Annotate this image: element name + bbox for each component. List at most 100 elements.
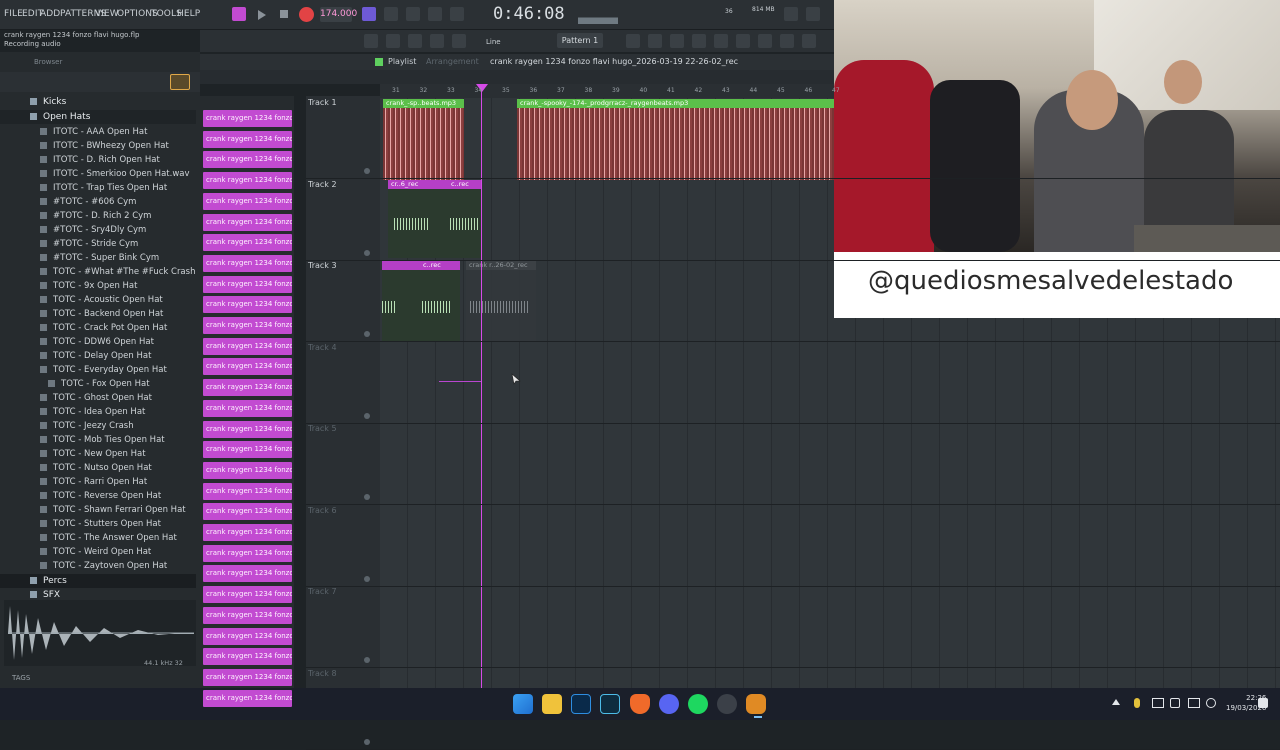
- browser-folder[interactable]: Kicks: [0, 95, 196, 109]
- browser-item[interactable]: #TOTC - #606 Cym: [0, 195, 196, 209]
- pattern-song-toggle[interactable]: [232, 7, 246, 21]
- brave-icon[interactable]: [630, 694, 650, 714]
- browser-item[interactable]: TOTC - Fox Open Hat: [0, 377, 196, 391]
- obs-icon[interactable]: [717, 694, 737, 714]
- browser-item[interactable]: ITOTC - Smerkioo Open Hat.wav: [0, 167, 196, 181]
- volume-icon[interactable]: [1170, 698, 1180, 708]
- track-name[interactable]: Track 1: [308, 98, 337, 107]
- channel-button[interactable]: crank raygen 1234 fonzo...: [203, 130, 292, 148]
- refresh-icon[interactable]: [784, 7, 798, 21]
- track-mute-led[interactable]: [364, 249, 370, 256]
- piano-roll-icon[interactable]: [386, 34, 400, 48]
- browser-item[interactable]: #TOTC - Super Bink Cym: [0, 251, 196, 265]
- channel-button[interactable]: crank raygen 1234 fonzo...: [203, 213, 292, 231]
- track-mute-led[interactable]: [364, 738, 370, 745]
- channel-button[interactable]: crank raygen 1234 fonzo...: [203, 461, 292, 479]
- browser-item[interactable]: TOTC - Weird Open Hat: [0, 545, 196, 559]
- browser-mode-button[interactable]: [170, 74, 190, 90]
- browser-item[interactable]: TOTC - Nutso Open Hat: [0, 461, 196, 475]
- channel-button[interactable]: crank raygen 1234 fonzo...: [203, 524, 292, 541]
- browser-toggle-icon[interactable]: [692, 34, 706, 48]
- magic-icon[interactable]: [802, 34, 816, 48]
- channel-button[interactable]: crank raygen 1234 fonzo...: [203, 648, 292, 666]
- piano-roll-open-icon[interactable]: [670, 34, 684, 48]
- discord-icon[interactable]: [659, 694, 679, 714]
- file-icon[interactable]: [34, 75, 48, 89]
- browser-item[interactable]: ITOTC - Trap Ties Open Hat: [0, 181, 196, 195]
- track-mute-led[interactable]: [364, 168, 370, 174]
- channel-button[interactable]: crank raygen 1234 fonzo...: [203, 317, 292, 334]
- tray-chevron-icon[interactable]: [1112, 699, 1120, 705]
- browser-folder[interactable]: Percs: [0, 574, 196, 588]
- cloud-icon[interactable]: [118, 75, 132, 89]
- channel-button[interactable]: crank raygen 1234 fonzo...: [203, 358, 292, 376]
- channel-button[interactable]: crank raygen 1234 fonzo...: [203, 503, 292, 521]
- channel-button[interactable]: crank raygen 1234 fonzo...: [203, 441, 292, 459]
- loop-record-icon[interactable]: [450, 7, 464, 21]
- browser-item[interactable]: ITOTC - AAA Open Hat: [0, 125, 196, 139]
- browser-folder[interactable]: Open Hats: [0, 110, 196, 124]
- lightroom-icon[interactable]: [600, 694, 620, 714]
- browser-item[interactable]: TOTC - Crack Pot Open Hat: [0, 321, 196, 335]
- track-name[interactable]: Track 7: [308, 587, 337, 596]
- metronome-icon[interactable]: [362, 7, 376, 21]
- menu-item-file[interactable]: FILE: [4, 9, 23, 19]
- browser-item[interactable]: TOTC - Everyday Open Hat: [0, 363, 196, 377]
- menu-item-view[interactable]: VIEW: [95, 9, 119, 19]
- channel-button[interactable]: crank raygen 1234 fonzo...: [203, 254, 292, 272]
- play-icon[interactable]: [258, 10, 266, 20]
- playlist-icon[interactable]: [364, 34, 378, 48]
- track-name[interactable]: Track 6: [308, 506, 337, 515]
- spotify-icon[interactable]: [688, 694, 708, 714]
- close-icon[interactable]: [806, 7, 820, 21]
- browser-item[interactable]: TOTC - Delay Open Hat: [0, 349, 196, 363]
- microphone-icon[interactable]: [1134, 698, 1140, 708]
- stamp-icon[interactable]: [452, 34, 466, 48]
- channel-button[interactable]: crank raygen 1234 fonzo...: [203, 586, 292, 604]
- channel-button[interactable]: crank raygen 1234 fonzo...: [203, 668, 292, 686]
- channel-button[interactable]: crank raygen 1234 fonzo...: [203, 606, 292, 624]
- menu-item-help[interactable]: HELP: [177, 9, 200, 19]
- channel-button[interactable]: crank raygen 1234 fonzo...: [203, 379, 292, 397]
- track-name[interactable]: Track 5: [308, 424, 337, 433]
- start-icon[interactable]: [513, 694, 533, 714]
- record-button[interactable]: [299, 7, 314, 22]
- record-mode-icon[interactable]: [780, 34, 794, 48]
- browser-item[interactable]: ITOTC - BWheezy Open Hat: [0, 139, 196, 153]
- language-icon[interactable]: [1206, 698, 1216, 708]
- arrow-left-icon[interactable]: [6, 75, 20, 89]
- browser-item[interactable]: TOTC - Idea Open Hat: [0, 405, 196, 419]
- track-name[interactable]: Track 4: [308, 343, 337, 352]
- channel-button[interactable]: crank raygen 1234 fonzo...: [203, 565, 292, 583]
- recording-clip[interactable]: crank r..26-02_rec: [466, 261, 536, 341]
- track-name[interactable]: Track 8: [308, 669, 337, 678]
- browser-item[interactable]: TOTC - Zaytoven Open Hat: [0, 559, 196, 573]
- channel-button[interactable]: crank raygen 1234 fonzo...: [203, 482, 292, 500]
- browser-item[interactable]: #TOTC - D. Rich 2 Cym: [0, 209, 196, 223]
- channel-button[interactable]: crank raygen 1234 fonzo...: [203, 172, 292, 190]
- network-icon[interactable]: [1152, 698, 1164, 708]
- step-edit-icon[interactable]: [428, 7, 442, 21]
- channel-button[interactable]: crank raygen 1234 fonzo...: [203, 151, 292, 169]
- fl-studio-icon[interactable]: [746, 694, 766, 714]
- channel-button[interactable]: crank raygen 1234 fonzo...: [203, 192, 292, 210]
- display-icon[interactable]: [1188, 698, 1200, 708]
- browser-item[interactable]: ITOTC - D. Rich Open Hat: [0, 153, 196, 167]
- audio-clip[interactable]: cr..6_rec: [388, 180, 448, 258]
- browser-item[interactable]: TOTC - The Answer Open Hat: [0, 531, 196, 545]
- track-mute-led[interactable]: [364, 657, 370, 663]
- track-name[interactable]: Track 3: [308, 261, 337, 270]
- channel-button[interactable]: crank raygen 1234 fonzo...: [203, 689, 292, 707]
- channel-button[interactable]: crank raygen 1234 fonzo...: [203, 234, 292, 252]
- browser-folder[interactable]: SFX: [0, 588, 196, 598]
- channel-button[interactable]: crank raygen 1234 fonzo...: [203, 337, 292, 355]
- channel-button[interactable]: crank raygen 1234 fonzo...: [203, 296, 292, 314]
- audio-clip[interactable]: crank_-spooky_-174-_prodgrracz-_raygenbe…: [517, 99, 834, 180]
- countdown-icon[interactable]: [406, 7, 420, 21]
- notification-icon[interactable]: [1258, 698, 1268, 708]
- arrow-icon[interactable]: [62, 75, 76, 89]
- track-mute-led[interactable]: [364, 575, 370, 582]
- stop-icon[interactable]: [280, 10, 288, 18]
- browser-item[interactable]: TOTC - Stutters Open Hat: [0, 517, 196, 531]
- channel-button[interactable]: crank raygen 1234 fonzo...: [203, 275, 292, 293]
